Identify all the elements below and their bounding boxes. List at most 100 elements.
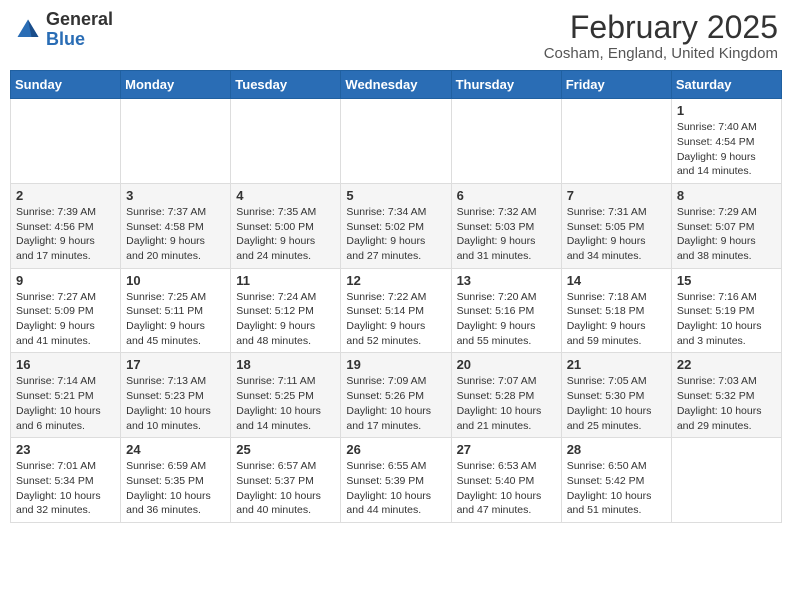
calendar-cell: 19 Sunrise: 7:09 AM Sunset: 5:26 PM Dayli…	[341, 353, 451, 438]
day-number: 22	[677, 357, 776, 372]
week-row-4: 16 Sunrise: 7:14 AM Sunset: 5:21 PM Dayli…	[11, 353, 782, 438]
day-info: Sunrise: 7:01 AM Sunset: 5:34 PM Dayligh…	[16, 459, 115, 518]
calendar-cell: 5 Sunrise: 7:34 AM Sunset: 5:02 PM Daylig…	[341, 183, 451, 268]
day-number: 18	[236, 357, 335, 372]
day-number: 11	[236, 273, 335, 288]
day-number: 9	[16, 273, 115, 288]
day-number: 19	[346, 357, 445, 372]
day-info: Sunrise: 7:39 AM Sunset: 4:56 PM Dayligh…	[16, 205, 115, 264]
day-number: 23	[16, 442, 115, 457]
page-header: General Blue February 2025 Cosham, Engla…	[10, 10, 782, 62]
logo-icon	[14, 16, 42, 44]
calendar-cell	[121, 99, 231, 184]
day-number: 24	[126, 442, 225, 457]
weekday-header-sunday: Sunday	[11, 71, 121, 99]
day-info: Sunrise: 7:40 AM Sunset: 4:54 PM Dayligh…	[677, 120, 776, 179]
month-title: February 2025	[544, 10, 778, 45]
week-row-5: 23 Sunrise: 7:01 AM Sunset: 5:34 PM Dayli…	[11, 438, 782, 523]
day-info: Sunrise: 7:20 AM Sunset: 5:16 PM Dayligh…	[457, 290, 556, 349]
calendar-cell: 28 Sunrise: 6:50 AM Sunset: 5:42 PM Dayli…	[561, 438, 671, 523]
day-info: Sunrise: 6:50 AM Sunset: 5:42 PM Dayligh…	[567, 459, 666, 518]
weekday-header-tuesday: Tuesday	[231, 71, 341, 99]
day-number: 3	[126, 188, 225, 203]
day-info: Sunrise: 7:18 AM Sunset: 5:18 PM Dayligh…	[567, 290, 666, 349]
calendar: SundayMondayTuesdayWednesdayThursdayFrid…	[10, 70, 782, 523]
calendar-cell: 24 Sunrise: 6:59 AM Sunset: 5:35 PM Dayli…	[121, 438, 231, 523]
logo-general: General	[46, 9, 113, 29]
day-number: 15	[677, 273, 776, 288]
day-info: Sunrise: 7:16 AM Sunset: 5:19 PM Dayligh…	[677, 290, 776, 349]
day-info: Sunrise: 7:09 AM Sunset: 5:26 PM Dayligh…	[346, 374, 445, 433]
calendar-cell: 22Sunrise: 7:03 AM Sunset: 5:32 PM Dayli…	[671, 353, 781, 438]
weekday-header-thursday: Thursday	[451, 71, 561, 99]
day-info: Sunrise: 7:32 AM Sunset: 5:03 PM Dayligh…	[457, 205, 556, 264]
calendar-cell: 12 Sunrise: 7:22 AM Sunset: 5:14 PM Dayli…	[341, 268, 451, 353]
day-number: 12	[346, 273, 445, 288]
weekday-header-row: SundayMondayTuesdayWednesdayThursdayFrid…	[11, 71, 782, 99]
day-info: Sunrise: 6:59 AM Sunset: 5:35 PM Dayligh…	[126, 459, 225, 518]
calendar-cell: 4Sunrise: 7:35 AM Sunset: 5:00 PM Daylig…	[231, 183, 341, 268]
calendar-cell: 1 Sunrise: 7:40 AM Sunset: 4:54 PM Daylig…	[671, 99, 781, 184]
day-info: Sunrise: 7:25 AM Sunset: 5:11 PM Dayligh…	[126, 290, 225, 349]
calendar-cell: 27 Sunrise: 6:53 AM Sunset: 5:40 PM Dayli…	[451, 438, 561, 523]
day-info: Sunrise: 7:34 AM Sunset: 5:02 PM Dayligh…	[346, 205, 445, 264]
calendar-cell: 11 Sunrise: 7:24 AM Sunset: 5:12 PM Dayli…	[231, 268, 341, 353]
day-info: Sunrise: 7:13 AM Sunset: 5:23 PM Dayligh…	[126, 374, 225, 433]
day-info: Sunrise: 7:05 AM Sunset: 5:30 PM Dayligh…	[567, 374, 666, 433]
calendar-cell	[231, 99, 341, 184]
day-info: Sunrise: 6:53 AM Sunset: 5:40 PM Dayligh…	[457, 459, 556, 518]
week-row-1: 1 Sunrise: 7:40 AM Sunset: 4:54 PM Daylig…	[11, 99, 782, 184]
title-block: February 2025 Cosham, England, United Ki…	[544, 10, 778, 62]
calendar-cell: 14 Sunrise: 7:18 AM Sunset: 5:18 PM Dayli…	[561, 268, 671, 353]
day-number: 28	[567, 442, 666, 457]
calendar-cell: 21 Sunrise: 7:05 AM Sunset: 5:30 PM Dayli…	[561, 353, 671, 438]
calendar-cell	[11, 99, 121, 184]
calendar-cell: 25 Sunrise: 6:57 AM Sunset: 5:37 PM Dayli…	[231, 438, 341, 523]
day-info: Sunrise: 7:14 AM Sunset: 5:21 PM Dayligh…	[16, 374, 115, 433]
day-number: 25	[236, 442, 335, 457]
weekday-header-saturday: Saturday	[671, 71, 781, 99]
day-info: Sunrise: 7:27 AM Sunset: 5:09 PM Dayligh…	[16, 290, 115, 349]
day-number: 8	[677, 188, 776, 203]
day-number: 1	[677, 103, 776, 118]
weekday-header-monday: Monday	[121, 71, 231, 99]
day-info: Sunrise: 7:35 AM Sunset: 5:00 PM Dayligh…	[236, 205, 335, 264]
day-number: 20	[457, 357, 556, 372]
calendar-cell: 17 Sunrise: 7:13 AM Sunset: 5:23 PM Dayli…	[121, 353, 231, 438]
day-number: 16	[16, 357, 115, 372]
calendar-cell	[341, 99, 451, 184]
day-number: 2	[16, 188, 115, 203]
logo: General Blue	[14, 10, 113, 50]
weekday-header-wednesday: Wednesday	[341, 71, 451, 99]
day-info: Sunrise: 7:22 AM Sunset: 5:14 PM Dayligh…	[346, 290, 445, 349]
calendar-cell: 7 Sunrise: 7:31 AM Sunset: 5:05 PM Daylig…	[561, 183, 671, 268]
calendar-cell: 20Sunrise: 7:07 AM Sunset: 5:28 PM Dayli…	[451, 353, 561, 438]
week-row-3: 9 Sunrise: 7:27 AM Sunset: 5:09 PM Daylig…	[11, 268, 782, 353]
day-number: 5	[346, 188, 445, 203]
day-number: 26	[346, 442, 445, 457]
day-info: Sunrise: 6:57 AM Sunset: 5:37 PM Dayligh…	[236, 459, 335, 518]
weekday-header-friday: Friday	[561, 71, 671, 99]
day-number: 13	[457, 273, 556, 288]
calendar-cell: 2 Sunrise: 7:39 AM Sunset: 4:56 PM Daylig…	[11, 183, 121, 268]
day-info: Sunrise: 7:29 AM Sunset: 5:07 PM Dayligh…	[677, 205, 776, 264]
day-number: 6	[457, 188, 556, 203]
day-info: Sunrise: 7:11 AM Sunset: 5:25 PM Dayligh…	[236, 374, 335, 433]
location: Cosham, England, United Kingdom	[544, 45, 778, 62]
week-row-2: 2 Sunrise: 7:39 AM Sunset: 4:56 PM Daylig…	[11, 183, 782, 268]
day-number: 27	[457, 442, 556, 457]
day-number: 17	[126, 357, 225, 372]
logo-text: General Blue	[46, 10, 113, 50]
calendar-cell	[561, 99, 671, 184]
calendar-cell: 23 Sunrise: 7:01 AM Sunset: 5:34 PM Dayli…	[11, 438, 121, 523]
day-info: Sunrise: 7:31 AM Sunset: 5:05 PM Dayligh…	[567, 205, 666, 264]
day-info: Sunrise: 7:24 AM Sunset: 5:12 PM Dayligh…	[236, 290, 335, 349]
day-number: 14	[567, 273, 666, 288]
day-number: 21	[567, 357, 666, 372]
calendar-cell	[671, 438, 781, 523]
calendar-cell: 13 Sunrise: 7:20 AM Sunset: 5:16 PM Dayli…	[451, 268, 561, 353]
calendar-cell: 15 Sunrise: 7:16 AM Sunset: 5:19 PM Dayli…	[671, 268, 781, 353]
day-number: 10	[126, 273, 225, 288]
day-number: 7	[567, 188, 666, 203]
calendar-cell: 3Sunrise: 7:37 AM Sunset: 4:58 PM Daylig…	[121, 183, 231, 268]
